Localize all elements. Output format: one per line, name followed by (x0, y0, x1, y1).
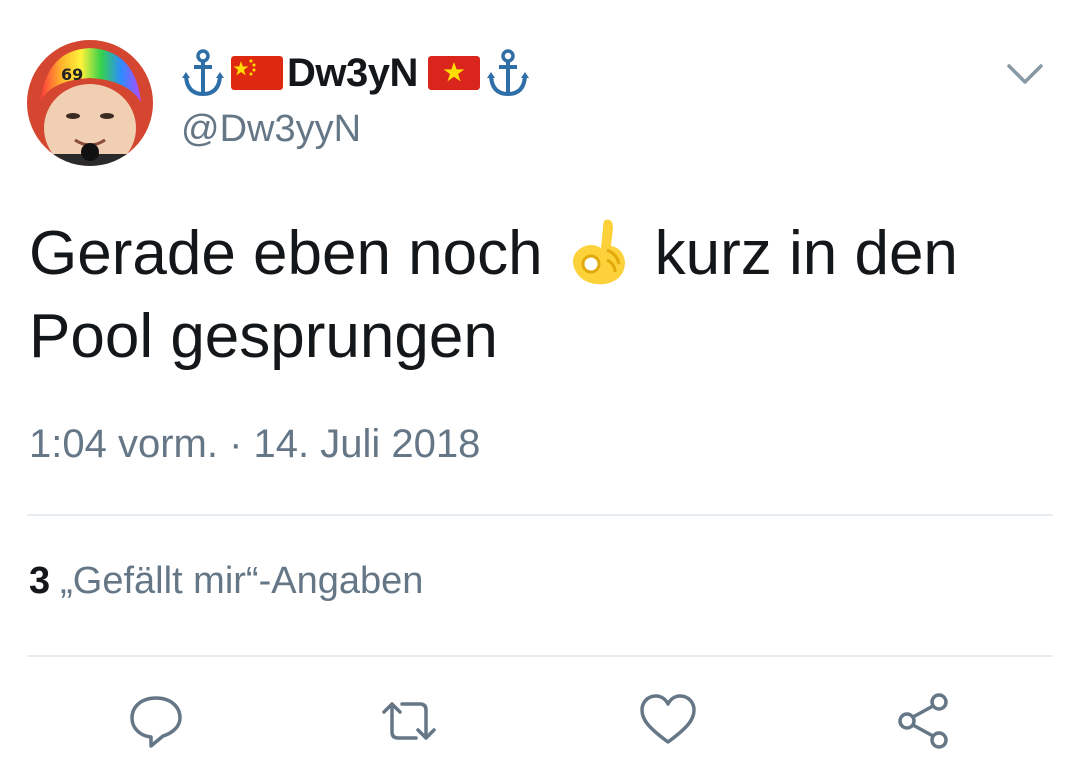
tweet-date: 14. Juli 2018 (253, 422, 481, 466)
likes-label: „Gefällt mir“-Angaben (60, 560, 424, 602)
likes-stat[interactable]: 3 „Gefällt mir“-Angaben (29, 560, 423, 603)
ok-hand-emoji-icon (572, 219, 625, 285)
reply-button[interactable] (125, 690, 187, 752)
avatar-image: 69 (27, 40, 153, 166)
avatar-tattoo-text: 69 (61, 65, 83, 84)
anchor-icon (182, 49, 224, 97)
reply-icon (130, 696, 182, 748)
share-icon (898, 693, 948, 749)
anchor-icon (486, 49, 529, 97)
display-name[interactable]: Dw3yN (287, 51, 418, 96)
tweet-text: Gerade eben noch kurz in den Pool gespru… (29, 212, 1029, 378)
tweet-timestamp[interactable]: 1:04 vorm. · 14. Juli 2018 (29, 422, 480, 467)
action-bar (0, 690, 1080, 760)
tweet-card: 69 Dw3yN @Dw3yyN Gerade eben noch kurz i… (0, 0, 1080, 784)
china-flag-icon (231, 56, 283, 90)
avatar[interactable]: 69 (27, 40, 153, 166)
tweet-text-part1: Gerade eben noch (29, 219, 543, 288)
divider (27, 655, 1053, 657)
likes-count: 3 (29, 560, 51, 602)
share-button[interactable] (893, 690, 955, 752)
like-button[interactable] (637, 690, 699, 752)
timestamp-separator: · (229, 422, 243, 466)
tweet-time: 1:04 vorm. (29, 422, 218, 466)
chevron-down-icon[interactable] (1003, 52, 1047, 96)
like-icon (640, 694, 696, 744)
retweet-icon (382, 702, 436, 740)
divider (27, 514, 1053, 516)
user-handle[interactable]: @Dw3yyN (181, 108, 361, 151)
name-row[interactable]: Dw3yN (181, 46, 530, 100)
retweet-button[interactable] (378, 690, 440, 752)
vietnam-flag-icon (427, 56, 480, 90)
